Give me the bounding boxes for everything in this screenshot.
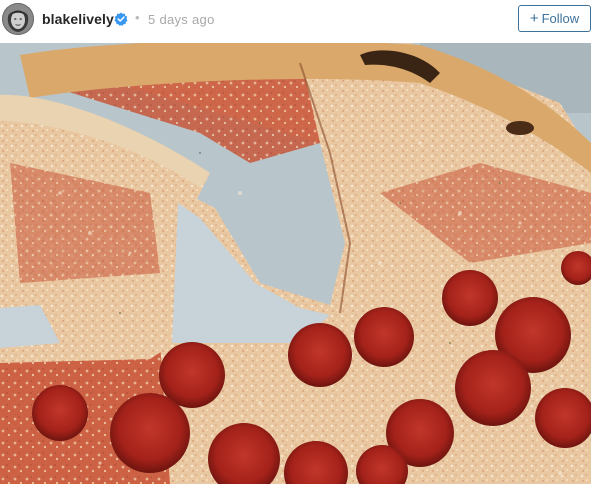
pizza-photo <box>0 43 591 484</box>
follow-button-label: Follow <box>541 11 580 26</box>
post-photo[interactable] <box>0 43 591 484</box>
post-timestamp[interactable]: 5 days ago <box>148 12 215 27</box>
post-header: blakelively • 5 days ago + Follow <box>0 0 591 42</box>
username-link[interactable]: blakelively <box>42 11 114 27</box>
verified-badge-icon <box>114 12 128 26</box>
plus-icon: + <box>529 10 539 27</box>
avatar-image <box>2 3 34 35</box>
follow-button[interactable]: + Follow <box>518 5 591 32</box>
avatar[interactable] <box>2 3 34 35</box>
separator-dot: • <box>135 10 140 25</box>
